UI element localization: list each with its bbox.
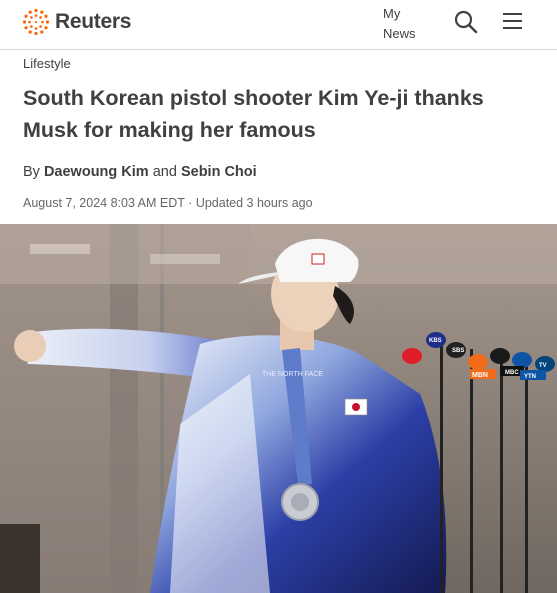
published-date: August 7, 2024 8:03 AM EDT xyxy=(23,196,185,210)
brand-name: Reuters xyxy=(55,10,132,33)
mic-label: TV xyxy=(539,363,547,369)
article-photo[interactable]: THE NORTH FACE MBN SBS KBS MBC YTN TV xyxy=(0,224,557,593)
search-button[interactable] xyxy=(454,10,478,34)
photo-illustration: THE NORTH FACE MBN SBS KBS MBC YTN TV xyxy=(0,224,557,593)
mic-label: MBC xyxy=(505,370,519,376)
author-link[interactable]: Sebin Choi xyxy=(181,164,257,180)
author-link[interactable]: Daewoung Kim xyxy=(44,164,149,180)
hamburger-line xyxy=(503,13,522,15)
byline-conjunction: and xyxy=(152,164,177,180)
mic-label: KBS xyxy=(429,338,442,344)
reuters-logo[interactable]: Reuters xyxy=(22,7,131,37)
byline-prefix: By xyxy=(23,164,40,180)
article-headline: South Korean pistol shooter Kim Ye-ji th… xyxy=(23,86,484,142)
date-separator: · xyxy=(188,196,193,210)
menu-button[interactable] xyxy=(503,13,523,31)
updated-time: Updated 3 hours ago xyxy=(195,196,313,210)
category-link[interactable]: Lifestyle xyxy=(23,56,71,71)
byline: By Daewoung Kim and Sebin Choi xyxy=(23,164,257,180)
mic-label: MBN xyxy=(472,372,488,379)
site-header: Reuters My News xyxy=(0,0,557,50)
hamburger-line xyxy=(503,27,522,29)
hamburger-line xyxy=(503,20,522,22)
mic-label: SBS xyxy=(452,348,464,354)
dateline: August 7, 2024 8:03 AM EDT · Updated 3 h… xyxy=(23,196,313,210)
svg-text:THE NORTH FACE: THE NORTH FACE xyxy=(262,371,323,378)
mic-label: YTN xyxy=(524,374,536,380)
my-news-link[interactable]: My News xyxy=(383,4,427,44)
reuters-logo-icon xyxy=(22,8,50,36)
search-icon xyxy=(454,10,478,34)
